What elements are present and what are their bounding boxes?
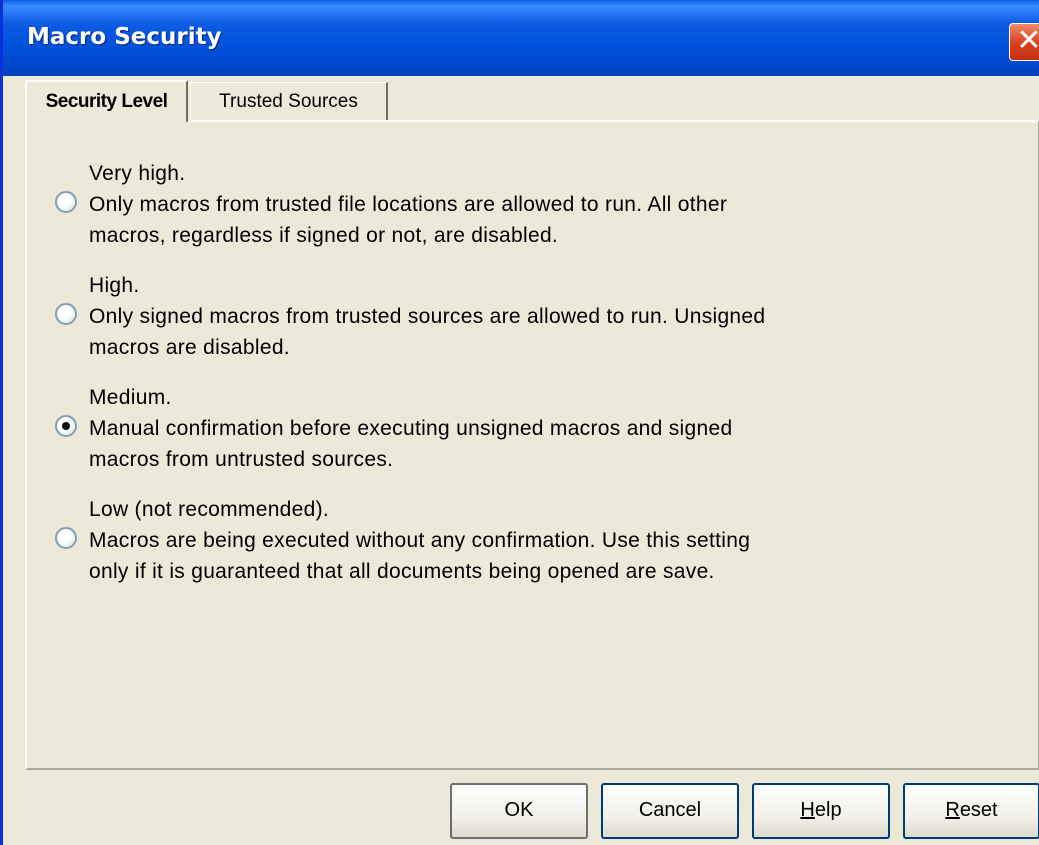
reset-button[interactable]: Reset (903, 783, 1039, 839)
option-title: Very high. (89, 162, 186, 185)
option-description: Only macros from trusted file locations … (89, 189, 989, 251)
option-title: Medium. (89, 386, 172, 409)
option-description: Manual confirmation before executing uns… (89, 413, 989, 475)
ok-button[interactable]: OK (450, 783, 588, 839)
option-title: Low (not recommended). (89, 498, 330, 521)
radio-selected-dot (62, 422, 70, 430)
description-line: only if it is guaranteed that all docume… (89, 560, 715, 583)
radio-high[interactable] (55, 303, 77, 325)
description-line: Manual confirmation before executing uns… (89, 417, 733, 440)
security-level-panel: Very high. Only macros from trusted file… (25, 120, 1039, 770)
description-line: macros are disabled. (89, 336, 290, 359)
help-label: elp (814, 799, 842, 821)
description-line: Only signed macros from trusted sources … (89, 305, 766, 328)
radio-very-high[interactable] (55, 191, 77, 213)
button-bar: OK Cancel Help Reset (3, 780, 1039, 845)
description-line: macros, regardless if signed or not, are… (89, 224, 559, 247)
description-line: Only macros from trusted file locations … (89, 193, 728, 216)
reset-mnemonic: R (945, 799, 960, 821)
title-bar[interactable]: Macro Security ✕ (3, 0, 1039, 76)
tab-trusted-sources[interactable]: Trusted Sources (190, 82, 388, 120)
close-icon: ✕ (1016, 23, 1039, 58)
help-mnemonic: H (800, 799, 815, 821)
radio-low[interactable] (55, 527, 77, 549)
option-description: Macros are being executed without any co… (89, 525, 989, 587)
window-title: Macro Security (27, 24, 222, 50)
description-line: Macros are being executed without any co… (89, 529, 751, 552)
close-button[interactable]: ✕ (1009, 23, 1039, 61)
option-description: Only signed macros from trusted sources … (89, 301, 989, 363)
description-line: macros from untrusted sources. (89, 448, 394, 471)
tab-strip: Security Level Trusted Sources (25, 80, 1025, 122)
help-button[interactable]: Help (752, 783, 890, 839)
option-title: High. (89, 274, 140, 297)
reset-label: eset (959, 799, 998, 821)
cancel-button[interactable]: Cancel (601, 783, 739, 839)
macro-security-dialog: Macro Security ✕ Security Level Trusted … (0, 0, 1039, 845)
tab-security-level[interactable]: Security Level (25, 80, 188, 122)
radio-medium[interactable] (55, 415, 77, 437)
